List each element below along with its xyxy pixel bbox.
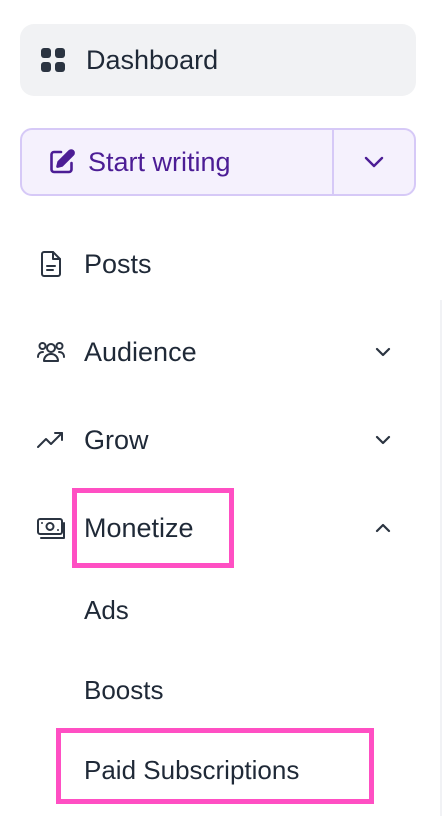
sidebar-item-label: Monetize [84,512,194,543]
dashboard-label: Dashboard [86,44,219,75]
sidebar-item-grow[interactable]: Grow [20,410,416,470]
trending-up-icon [36,425,66,455]
sidebar: Dashboard Start writing Posts Audience G… [0,0,442,816]
start-writing-split-button: Start writing [20,128,416,196]
sidebar-item-audience[interactable]: Audience [20,322,416,382]
start-writing-button[interactable]: Start writing [22,130,332,194]
sidebar-item-monetize[interactable]: Monetize [20,498,416,558]
start-writing-label: Start writing [88,146,231,177]
chevron-down-icon [361,149,387,175]
sidebar-subitem-boosts[interactable]: Boosts [84,665,164,715]
sidebar-subitem-ads[interactable]: Ads [84,585,129,635]
sidebar-subitem-paid-subscriptions[interactable]: Paid Subscriptions [84,745,299,795]
start-writing-dropdown-button[interactable] [334,130,414,194]
users-icon [36,337,66,367]
sidebar-item-label: Audience [84,336,197,367]
chevron-down-icon[interactable] [372,341,394,363]
chevron-up-icon[interactable] [372,517,394,539]
sidebar-item-label: Posts [84,248,152,279]
sidebar-item-dashboard[interactable]: Dashboard [20,24,416,96]
grid-icon [40,47,66,73]
sidebar-item-label: Grow [84,424,149,455]
chevron-down-icon[interactable] [372,429,394,451]
banknote-icon [36,513,66,543]
sidebar-item-posts[interactable]: Posts [20,234,416,294]
document-icon [36,249,66,279]
edit-icon [48,148,76,176]
